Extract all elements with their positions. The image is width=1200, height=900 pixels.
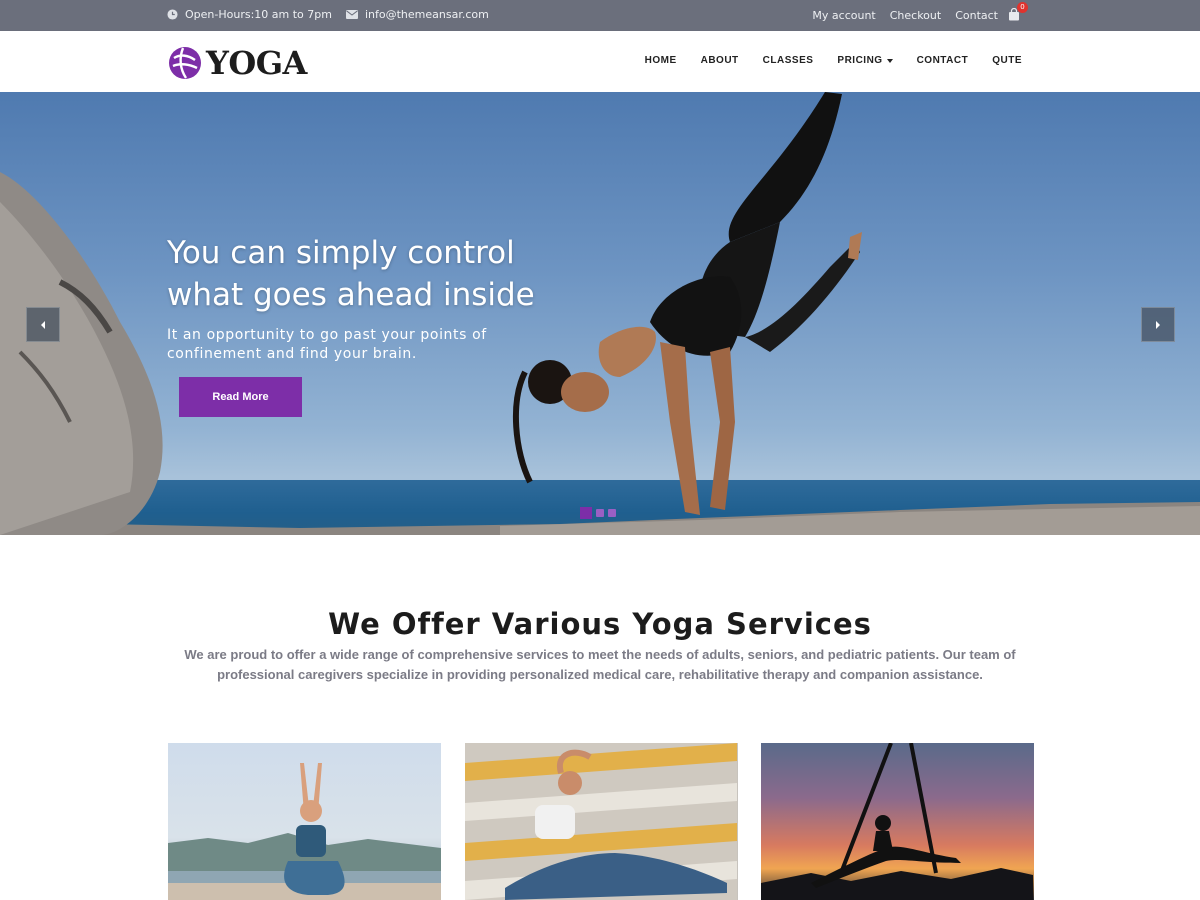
opening-hours: Open-Hours:10 am to 7pm [167,8,332,21]
slider-dot-3[interactable] [608,509,616,517]
opening-hours-text: Open-Hours:10 am to 7pm [185,8,332,21]
hero-subtitle: It an opportunity to go past your points… [167,326,547,364]
top-bar: Open-Hours:10 am to 7pm info@themeansar.… [0,0,1200,31]
slider-prev-button[interactable] [26,307,60,342]
hero-subtitle-line-2: confinement and find your brain. [167,346,417,362]
clock-icon [167,9,178,20]
top-bar-info: Open-Hours:10 am to 7pm info@themeansar.… [167,8,503,21]
services-title: We Offer Various Yoga Services [328,607,872,641]
cart-count-badge: 0 [1017,2,1028,13]
services-description-line-2: professional caregivers specialize in pr… [217,667,983,682]
nav-classes[interactable]: CLASSES [763,55,814,66]
main-nav: HOME ABOUT CLASSES PRICING CONTACT QUTE [621,55,1022,66]
my-account-link[interactable]: My account [812,9,875,22]
slider-pagination [580,507,620,519]
service-card-2[interactable] [465,743,738,900]
nav-about[interactable]: ABOUT [701,55,739,66]
service-card-3[interactable] [761,743,1034,900]
caret-down-icon [886,58,893,63]
site-logo[interactable]: YOGA [168,44,307,82]
nav-contact[interactable]: CONTACT [917,55,969,66]
nav-home[interactable]: HOME [645,55,677,66]
cart-button[interactable]: 0 [1008,2,1028,22]
slider-dot-2[interactable] [596,509,604,517]
main-header: YOGA HOME ABOUT CLASSES PRICING CONTACT … [0,31,1200,92]
nav-qute[interactable]: QUTE [992,55,1022,66]
chevron-right-icon [1156,320,1160,329]
service-card-1[interactable] [168,743,441,900]
email-text[interactable]: info@themeansar.com [365,8,489,21]
top-bar-links: My account Checkout Contact 0 [798,2,1028,22]
service-image-2 [465,743,737,900]
checkout-link[interactable]: Checkout [890,9,941,22]
services-description: We are proud to offer a wide range of co… [180,645,1020,685]
logo-icon [169,47,201,79]
hero-title: You can simply control what goes ahead i… [167,232,587,316]
hero-subtitle-line-1: It an opportunity to go past your points… [167,327,487,343]
services-description-line-1: We are proud to offer a wide range of co… [184,647,1016,662]
hero-title-line-2: what goes ahead inside [167,277,535,313]
email-info[interactable]: info@themeansar.com [345,8,489,21]
service-image-3 [761,743,1033,900]
nav-pricing[interactable]: PRICING [837,55,893,66]
chevron-left-icon [41,320,45,329]
contact-link[interactable]: Contact [955,9,998,22]
hero-title-line-1: You can simply control [167,235,515,271]
slider-next-button[interactable] [1141,307,1175,342]
nav-pricing-label: PRICING [837,55,883,66]
envelope-icon [345,10,358,19]
slider-dot-1[interactable] [580,507,592,519]
logo-text: YOGA [206,44,307,82]
hero-slider: You can simply control what goes ahead i… [0,92,1200,535]
service-image-1 [168,763,441,900]
read-more-button[interactable]: Read More [179,377,302,417]
